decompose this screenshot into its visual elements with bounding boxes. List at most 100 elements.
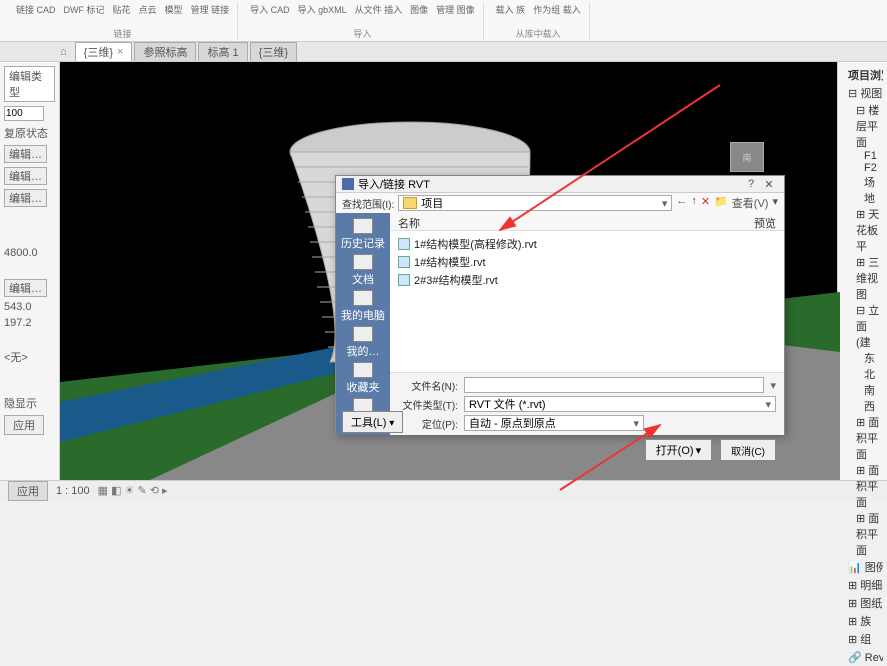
tree-node[interactable]: ⊞ 族	[842, 612, 883, 630]
delete-button[interactable]: ✕	[701, 195, 710, 211]
manage-links-button[interactable]: 管理 链接	[189, 2, 232, 17]
open-button[interactable]: 打开(O)▾	[645, 439, 712, 461]
close-button[interactable]: ✕	[760, 178, 778, 191]
num-value: 543.0	[4, 301, 55, 313]
position-select[interactable]: 自动 - 原点到原点▾	[464, 415, 644, 431]
chevron-down-icon[interactable]: ▾	[772, 195, 778, 211]
tree-node[interactable]: ⊞ 图纸 (全	[842, 594, 883, 612]
status-icons[interactable]: ▦ ◧ ☀ ✎ ⟲ ▸	[98, 484, 168, 497]
edit-type-button[interactable]: 编辑类型	[4, 66, 55, 102]
restore-label: 复原状态	[4, 125, 55, 141]
tools-button[interactable]: 工具(L) ▾	[342, 411, 403, 433]
tree-node[interactable]: ⊞ 面积平面	[842, 414, 883, 462]
places-documents[interactable]: 文档	[340, 253, 386, 287]
col-name[interactable]: 名称	[398, 215, 754, 228]
chevron-down-icon[interactable]: ▾	[696, 444, 702, 457]
tree-node[interactable]: ⊞ 面积平面	[842, 510, 883, 558]
viewcube-face[interactable]: 南	[730, 142, 764, 172]
file-row[interactable]: 1#结构模型(高程修改).rvt	[398, 235, 776, 253]
tree-node[interactable]: ⊞ 组	[842, 630, 883, 648]
edit-button[interactable]: 编辑…	[4, 279, 47, 297]
ribbon-group-link: 链接 CAD DWF 标记 贴花 点云 模型 管理 链接 链接	[8, 2, 238, 40]
tree-node[interactable]: ⊞ 天花板平	[842, 206, 883, 254]
pointcloud-button[interactable]: 点云	[137, 2, 159, 17]
tree-leaf[interactable]: F2	[842, 162, 883, 174]
project-browser: 项目浏览器 - 项 ⊟ 视图 (全 ⊟ 楼层平面 F1 F2 场地 ⊞ 天花板平…	[837, 62, 887, 480]
display-label: 隐显示	[4, 395, 55, 411]
back-button[interactable]: ←	[676, 195, 687, 211]
close-icon[interactable]: ×	[117, 46, 123, 58]
edit-button[interactable]: 编辑…	[4, 189, 47, 207]
tree-node[interactable]: ⊞ 明细表/数	[842, 576, 883, 594]
view-tab[interactable]: {三维} ×	[75, 42, 133, 61]
view-tab[interactable]: {三维}	[250, 42, 297, 61]
apply-button[interactable]: 应用	[4, 415, 44, 435]
dialog-actions: 打开(O)▾ 取消(C)	[336, 435, 784, 465]
tree-node[interactable]: 🔗 Revit 链接	[842, 648, 883, 666]
file-row[interactable]: 2#3#结构模型.rvt	[398, 271, 776, 289]
tree-node[interactable]: ⊟ 楼层平面	[842, 102, 883, 150]
places-favorites[interactable]: 收藏夹	[340, 361, 386, 395]
view-tab[interactable]: 标高 1	[198, 42, 247, 61]
tree-leaf[interactable]: 南	[842, 382, 883, 398]
edit-button[interactable]: 编辑…	[4, 145, 47, 163]
tab-label: 标高 1	[207, 44, 238, 60]
ribbon: 链接 CAD DWF 标记 贴花 点云 模型 管理 链接 链接 导入 CAD 导…	[0, 0, 887, 42]
scale-value[interactable]: 1 : 100	[56, 485, 90, 497]
newfolder-button[interactable]: 📁	[714, 195, 728, 211]
ribbon-group-label: 从库中载入	[516, 27, 561, 40]
view-tab[interactable]: 参照标高	[134, 42, 196, 61]
lookup-label: 查找范围(I):	[342, 196, 394, 211]
from-file-button[interactable]: 从文件 插入	[353, 2, 405, 17]
tree-node[interactable]: ⊟ 立面 (建	[842, 302, 883, 350]
up-button[interactable]: ↑	[691, 195, 697, 211]
help-button[interactable]: ?	[742, 178, 760, 190]
filename-input[interactable]	[464, 377, 764, 393]
model-button[interactable]: 模型	[163, 2, 185, 17]
tree-node[interactable]: ⊞ 三维视图	[842, 254, 883, 302]
link-cad-button[interactable]: 链接 CAD	[14, 2, 58, 17]
path-text: 项目	[421, 195, 443, 211]
none-value: <无>	[4, 349, 55, 365]
decal-button[interactable]: 贴花	[111, 2, 133, 17]
filetype-select[interactable]: RVT 文件 (*.rvt)▾	[464, 396, 776, 412]
import-gbxml-button[interactable]: 导入 gbXML	[296, 2, 349, 17]
file-list-header[interactable]: 名称 预览	[390, 213, 784, 231]
file-list[interactable]: 1#结构模型(高程修改).rvt 1#结构模型.rvt 2#3#结构模型.rvt	[390, 231, 784, 372]
filetype-label: 文件类型(T):	[398, 397, 458, 412]
tree-leaf[interactable]: 东	[842, 350, 883, 366]
file-area: 名称 预览 1#结构模型(高程修改).rvt 1#结构模型.rvt 2#3#结构…	[390, 213, 784, 435]
tree-node[interactable]: 📊 图例	[842, 558, 883, 576]
path-combo[interactable]: 项目 ▾	[398, 195, 672, 211]
load-family-button[interactable]: 载入 族	[494, 2, 528, 17]
tree-leaf[interactable]: F1	[842, 150, 883, 162]
tree-root[interactable]: ⊟ 视图 (全	[842, 84, 883, 102]
places-history[interactable]: 历史记录	[340, 217, 386, 251]
value-input[interactable]	[4, 106, 44, 121]
image-button[interactable]: 图像	[408, 2, 430, 17]
file-row[interactable]: 1#结构模型.rvt	[398, 253, 776, 271]
tree-leaf[interactable]: 北	[842, 366, 883, 382]
manage-images-button[interactable]: 管理 图像	[434, 2, 477, 17]
rvt-icon	[398, 256, 410, 268]
home-icon[interactable]: ⌂	[60, 46, 67, 58]
dwf-button[interactable]: DWF 标记	[62, 2, 107, 17]
places-mynet[interactable]: 我的…	[340, 325, 386, 359]
apply-button[interactable]: 应用	[8, 481, 48, 501]
cancel-button[interactable]: 取消(C)	[720, 439, 776, 461]
places-mycomputer[interactable]: 我的电脑	[340, 289, 386, 323]
chevron-down-icon[interactable]: ▾	[662, 197, 668, 210]
ribbon-group-import: 导入 CAD 导入 gbXML 从文件 插入 图像 管理 图像 导入	[242, 2, 484, 40]
rvt-icon	[398, 238, 410, 250]
chevron-down-icon[interactable]: ▾	[770, 379, 776, 392]
import-cad-button[interactable]: 导入 CAD	[248, 2, 292, 17]
tree-leaf[interactable]: 西	[842, 398, 883, 414]
views-button[interactable]: 查看(V)	[732, 195, 769, 211]
tab-label: {三维}	[84, 44, 113, 60]
properties-panel: 编辑类型 复原状态 编辑… 编辑… 编辑… 4800.0 编辑… 543.0 1…	[0, 62, 60, 480]
tree-leaf[interactable]: 场地	[842, 174, 883, 206]
tree-node[interactable]: ⊞ 面积平面	[842, 462, 883, 510]
load-group-button[interactable]: 作为组 载入	[531, 2, 583, 17]
edit-button[interactable]: 编辑…	[4, 167, 47, 185]
rvt-icon	[398, 274, 410, 286]
